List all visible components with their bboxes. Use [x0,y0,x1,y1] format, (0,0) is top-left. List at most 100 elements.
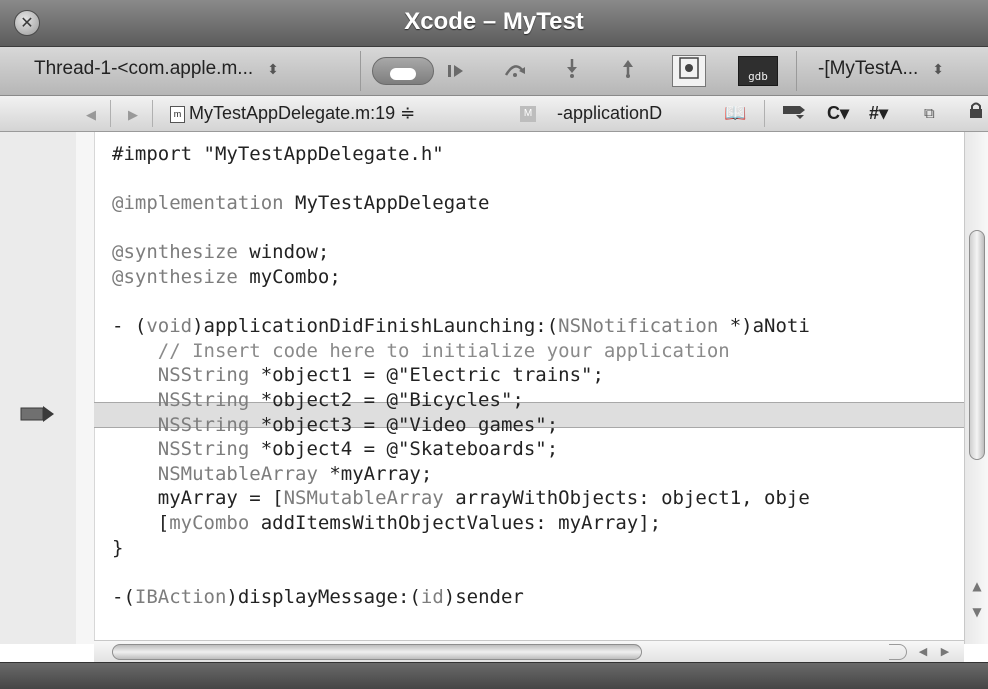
lock-button[interactable] [968,96,984,131]
code-keyword: id [420,585,444,608]
status-bar [0,662,988,689]
code-keyword: NSMutableArray [283,487,444,510]
breakpoints-icon [679,57,699,79]
code-keyword: IBAction [134,585,227,608]
code-keyword: NSString [157,364,250,387]
class-menu-button[interactable]: C▾ [827,96,849,131]
code-token: -( [112,585,135,608]
code-text[interactable]: #import "MyTestAppDelegate.h" @implementa… [112,132,964,644]
code-line[interactable]: NSString *object1 = @"Electric trains"; [112,363,604,387]
horizontal-track-end [889,644,907,660]
nav-divider [764,100,765,127]
source-editor[interactable]: #import "MyTestAppDelegate.h" @implementa… [0,132,988,663]
step-out-icon [623,60,633,78]
code-token: [ [112,512,170,534]
horizontal-scrollbar[interactable]: ◀ ▶ [94,640,964,663]
code-line[interactable]: } [112,536,123,560]
step-over-button[interactable] [500,57,530,85]
code-token: addItemsWithObjectValues: myArray]; [249,512,662,534]
code-token: *myArray; [317,462,433,485]
bookmarks-button[interactable]: 📖 [724,96,746,131]
code-keyword: NSNotification [558,315,719,338]
program-counter-icon [20,406,54,422]
scroll-up-button[interactable]: ▲ [965,576,988,596]
file-history-popup[interactable]: m MyTestAppDelegate.m:19 ≑ [170,96,415,131]
code-keyword: NSString [157,413,250,436]
back-arrow-icon: ◀ [86,107,96,122]
code-line[interactable]: @implementation MyTestAppDelegate [112,191,490,215]
lock-icon [970,102,982,118]
popup-stepper-icon: ⬍ [932,61,945,77]
code-line[interactable]: @synthesize window; [112,240,329,264]
code-line[interactable]: // Insert code here to initialize your a… [112,339,730,363]
pause-continue-button[interactable] [444,57,468,85]
step-into-button[interactable] [560,57,584,85]
stack-frame-popup[interactable]: -[MyTestA... ⬍ [818,58,944,80]
code-line[interactable]: NSMutableArray *myArray; [112,462,433,486]
code-line[interactable]: NSString *object3 = @"Video games"; [112,413,558,437]
function-popup-label: -applicationD [557,103,663,123]
history-back-button[interactable]: ◀ [86,96,96,131]
step-into-icon [567,59,577,78]
xcode-window: ✕ Xcode – MyTest Thread-1-<com.apple.m..… [0,0,988,689]
code-token: )displayMessage:( [226,585,421,608]
scroll-left-button[interactable]: ◀ [914,643,932,661]
code-line[interactable]: myArray = [NSMutableArray arrayWithObjec… [112,486,810,510]
code-token: MyTestAppDelegate [283,192,490,215]
code-token: *)aNoti [718,315,810,338]
breakpoints-button[interactable] [672,55,706,87]
file-icon: m [170,105,185,123]
code-line[interactable]: @synthesize myCombo; [112,265,341,289]
title-bar[interactable]: ✕ Xcode – MyTest [0,0,988,47]
breakpoint-menu-button[interactable] [782,96,808,131]
gdb-console-button[interactable]: gdb [738,56,778,86]
step-over-icon [504,65,525,77]
code-token: - ( [112,315,147,338]
gdb-icon: gdb [748,70,768,83]
step-out-button[interactable] [616,57,640,85]
code-keyword: @synthesize [112,241,238,264]
code-keyword: myCombo [169,512,250,534]
code-line[interactable]: NSString *object4 = @"Skateboards"; [112,437,558,461]
scroll-right-button[interactable]: ▶ [936,643,954,661]
code-line[interactable]: - (void)applicationDidFinishLaunching:(N… [112,314,810,338]
history-forward-button[interactable]: ▶ [128,96,138,131]
code-token: } [112,536,124,559]
vertical-scrollbar[interactable]: ▲ ▼ [964,132,988,644]
vertical-scroll-thumb[interactable] [969,230,985,460]
breakpoint-marker-icon [783,106,805,119]
window-title: Xcode – MyTest [404,8,584,35]
nav-divider [152,100,153,127]
code-line[interactable]: [myCombo addItemsWithObjectValues: myArr… [112,511,661,535]
focus-ribbon[interactable] [76,132,95,644]
include-menu-label: #▾ [869,103,889,123]
code-token: *object4 = @"Skateboards"; [249,438,559,461]
current-code-line[interactable]: NSString *object2 = @"Bicycles"; [112,388,524,412]
nav-divider [110,100,111,127]
code-token: myArray = [ [112,487,284,510]
function-popup[interactable]: M -applicationD [520,96,662,131]
code-token: *object2 = @"Bicycles"; [249,389,524,411]
code-token: window; [237,241,330,264]
horizontal-scroll-thumb[interactable] [112,644,642,660]
scroll-down-button[interactable]: ▼ [965,602,988,622]
continue-button[interactable] [372,57,434,85]
bookmarks-icon: 📖 [724,103,747,123]
include-menu-button[interactable]: #▾ [869,96,888,131]
counterparts-button[interactable]: ⧉ [924,96,935,131]
thread-popup[interactable]: Thread-1-<com.apple.m... ⬍ [34,58,279,84]
popup-stepper-icon: ⬍ [267,61,279,77]
toolbar-divider [360,51,361,91]
toolbar-divider [796,51,797,91]
code-comment: // Insert code here to initialize your a… [112,339,730,362]
breakpoint-gutter[interactable] [0,132,77,644]
code-keyword: NSString [157,438,250,461]
code-line[interactable]: -(IBAction)displayMessage:(id)sender [112,585,524,609]
class-menu-label: C▾ [827,103,850,123]
code-token: #import "MyTestAppDelegate.h" [112,143,444,165]
code-line[interactable]: #import "MyTestAppDelegate.h" [112,142,444,166]
